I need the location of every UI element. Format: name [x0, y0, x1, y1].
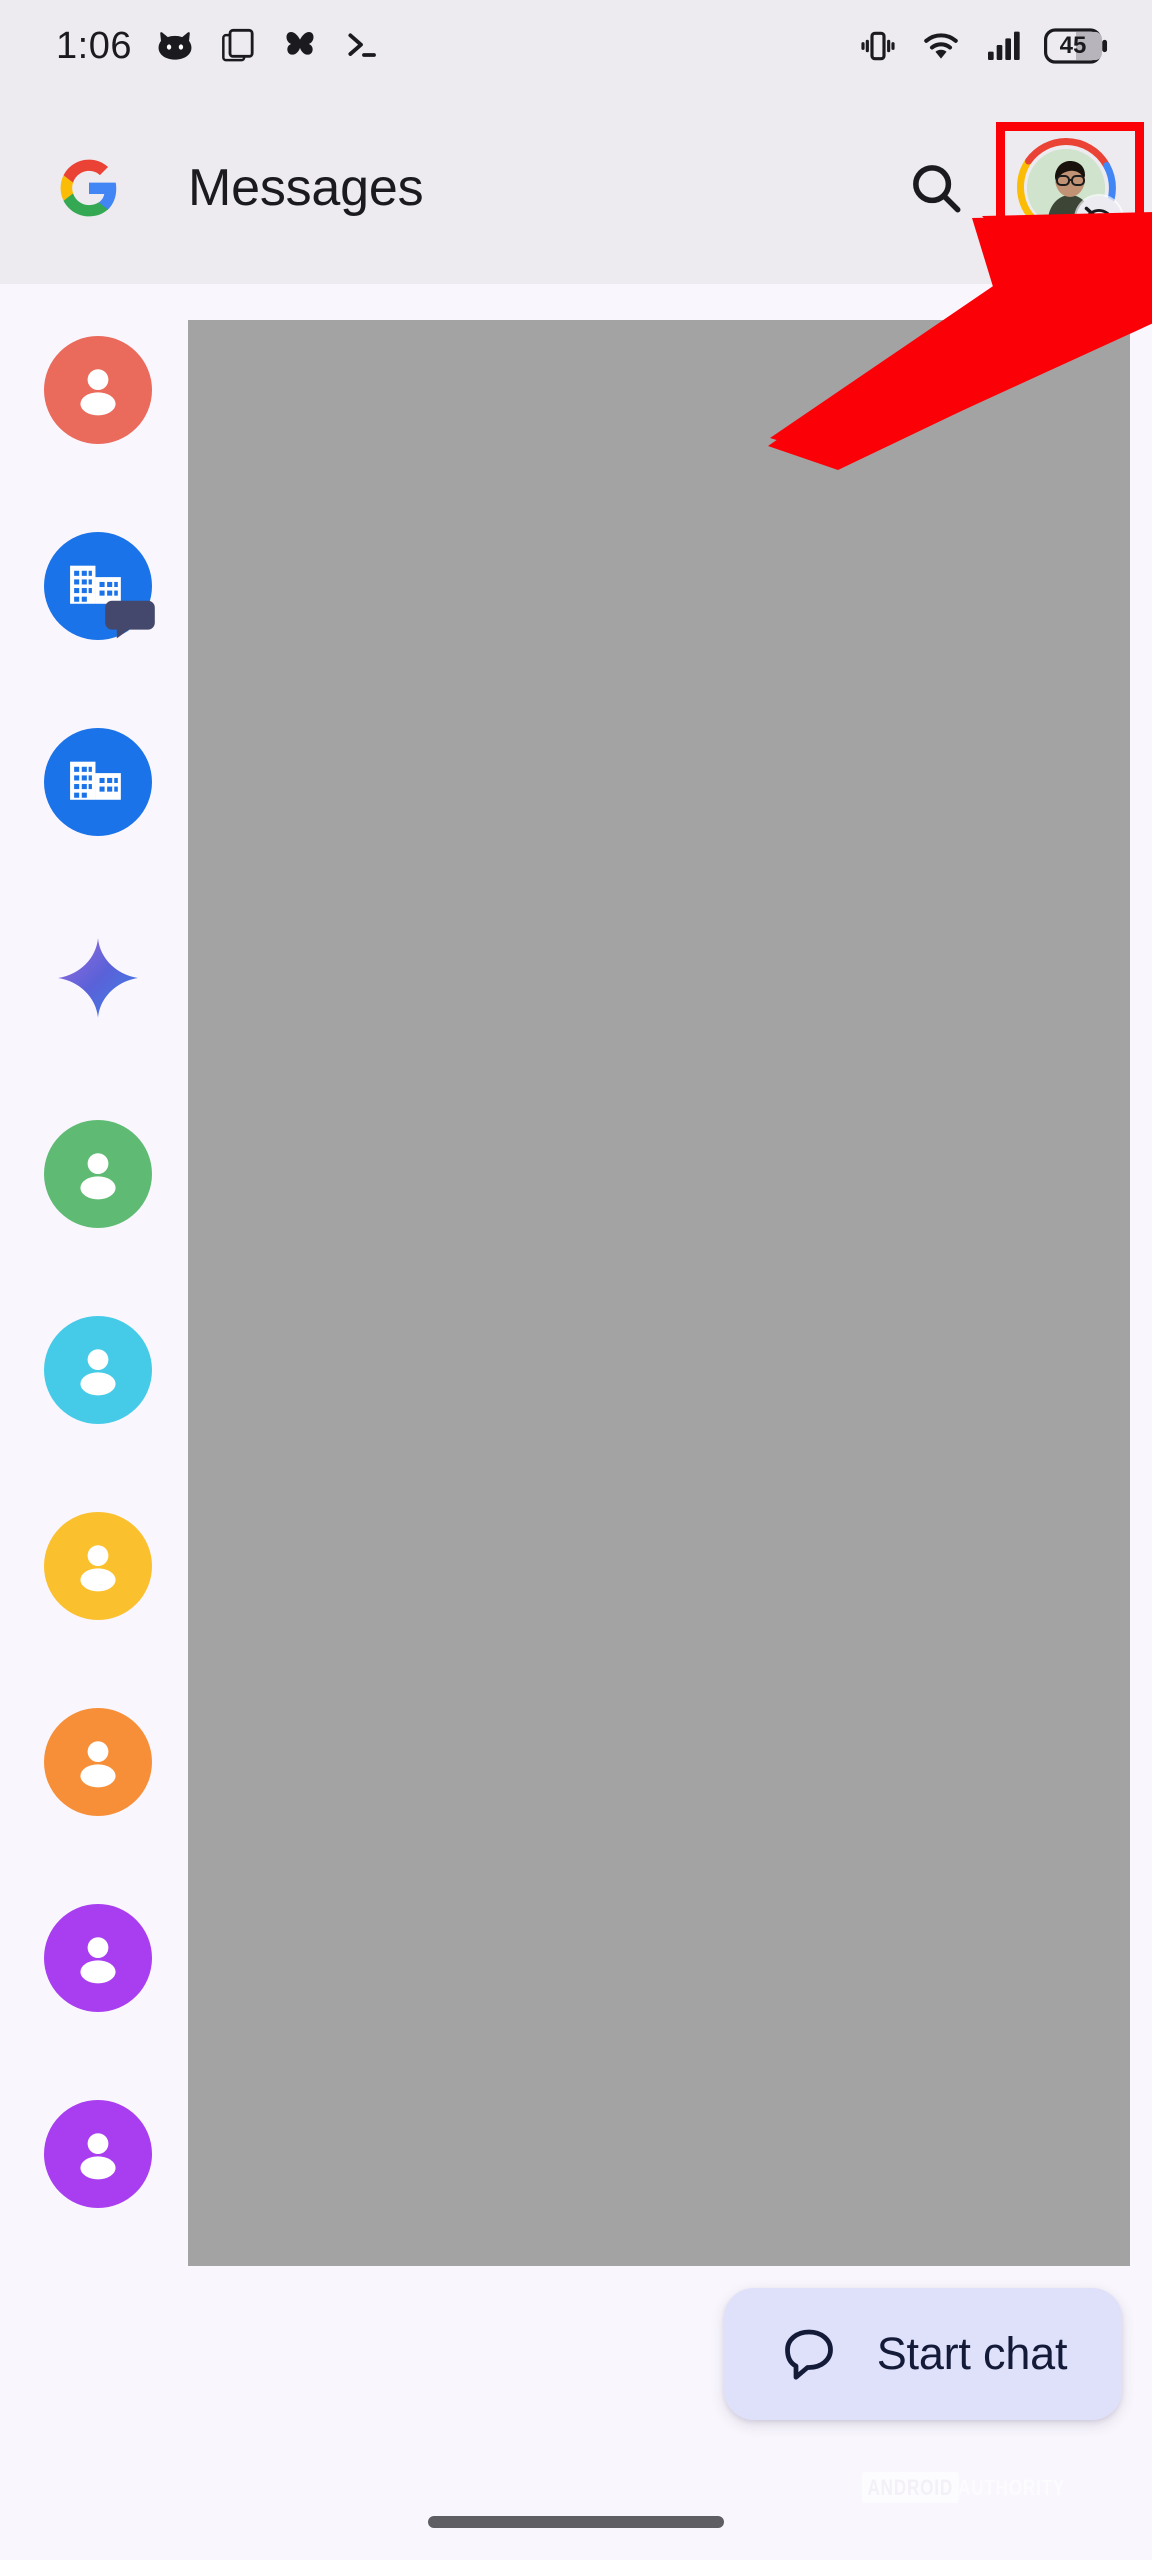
app-bar-actions: [898, 136, 1122, 242]
signal-icon: [984, 26, 1024, 66]
person-icon: [44, 1316, 152, 1424]
business-icon: [44, 532, 155, 640]
chat-bubble-icon: [104, 596, 156, 640]
watermark-word-one: ANDROID: [862, 2472, 959, 2503]
chat-bubble-icon: [779, 2324, 839, 2384]
app-bar: Messages: [0, 92, 1152, 284]
list-item[interactable]: [44, 924, 152, 1032]
list-item[interactable]: [44, 532, 155, 640]
search-icon[interactable]: [898, 150, 974, 226]
google-logo: [58, 157, 120, 219]
status-bar: 1:06 45: [0, 0, 1152, 92]
watermark: ANDROID AUTHORITY: [862, 2472, 1095, 2503]
list-item[interactable]: [44, 336, 152, 444]
list-item[interactable]: [44, 1708, 152, 1816]
start-chat-label: Start chat: [876, 2328, 1068, 2379]
person-icon: [44, 1120, 152, 1228]
copy-icon: [218, 26, 258, 66]
conversation-content-placeholder: [188, 320, 1130, 2266]
battery-icon: 45: [1044, 26, 1108, 66]
vibrate-icon: [858, 26, 898, 66]
business-icon: [44, 728, 152, 836]
phone-screen: 1:06 45 Messages Start chat ANDROID AUTH…: [0, 0, 1152, 2560]
butterfly-icon: [280, 26, 320, 66]
list-item[interactable]: [44, 728, 152, 836]
status-bar-left: 1:06: [56, 25, 382, 67]
person-icon: [44, 1512, 152, 1620]
list-item[interactable]: [44, 1316, 152, 1424]
visibility-off-icon: [1076, 196, 1122, 242]
person-icon: [44, 1708, 152, 1816]
terminal-icon: [342, 26, 382, 66]
list-item[interactable]: [44, 1512, 152, 1620]
wifi-icon: [918, 23, 964, 69]
person-icon: [44, 1904, 152, 2012]
person-icon: [44, 2100, 152, 2208]
gemini-sparkle-icon: [44, 924, 152, 1032]
watermark-word-two: AUTHORITY: [957, 2474, 1065, 2500]
list-item[interactable]: [44, 2100, 152, 2208]
status-bar-right: 45: [858, 23, 1108, 69]
account-avatar[interactable]: [1014, 136, 1122, 242]
status-clock: 1:06: [56, 25, 132, 67]
list-item[interactable]: [44, 1904, 152, 2012]
start-chat-button[interactable]: Start chat: [724, 2288, 1122, 2420]
gesture-nav-pill[interactable]: [428, 2516, 724, 2528]
list-item[interactable]: [44, 1120, 152, 1228]
cat-icon: [154, 25, 196, 67]
conversation-list: [0, 284, 1152, 2560]
battery-level: 45: [1059, 32, 1087, 59]
page-title: Messages: [188, 159, 424, 217]
person-icon: [44, 336, 152, 444]
